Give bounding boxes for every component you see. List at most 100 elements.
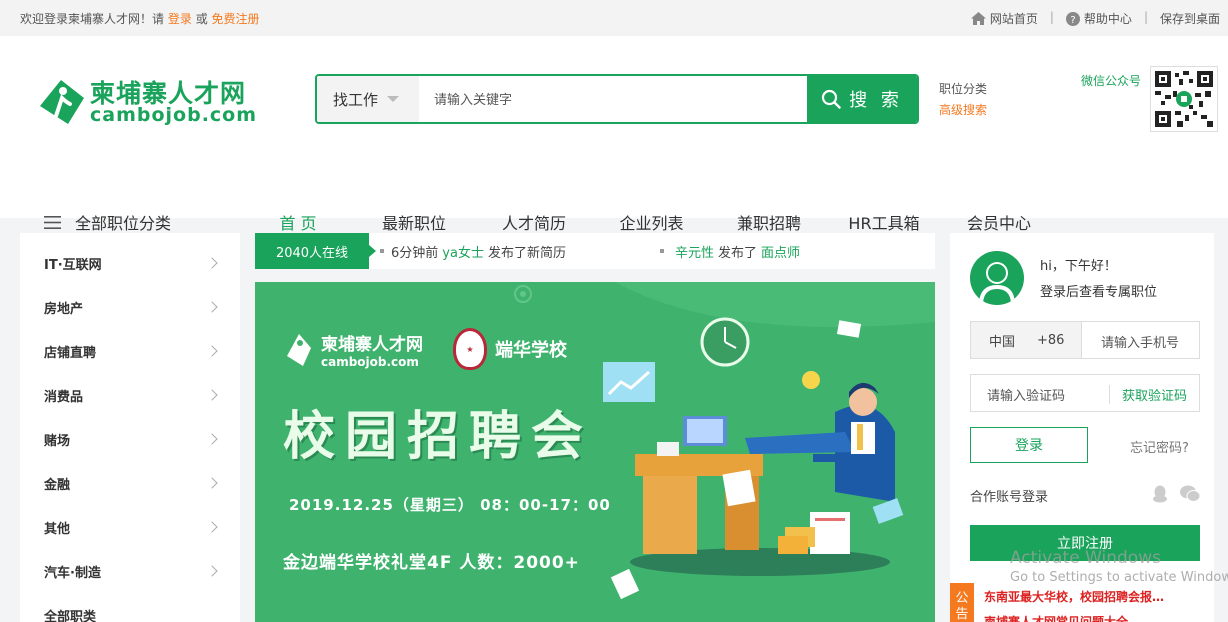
user-avatar-icon bbox=[979, 262, 1015, 303]
banner-school: ★ 端华学校 bbox=[453, 328, 567, 370]
all-categories-label: 全部职位分类 bbox=[75, 214, 172, 233]
register-link[interactable]: 免费注册 bbox=[212, 12, 260, 26]
forgot-password-link[interactable]: 忘记密码? bbox=[1130, 437, 1189, 456]
or-text: 或 bbox=[195, 12, 208, 26]
category-real-estate[interactable]: 房地产 bbox=[20, 285, 240, 329]
category-label: 汽车·制造 bbox=[44, 565, 101, 581]
wechat-label: 微信公众号 bbox=[1081, 74, 1142, 88]
school-emblem-icon: ★ bbox=[453, 328, 487, 370]
svg-text:?: ? bbox=[1070, 15, 1075, 26]
search-button[interactable]: 搜 索 bbox=[807, 76, 917, 122]
category-label: 店铺直聘 bbox=[44, 345, 97, 361]
header: 柬埔寨人才网 cambojob.com 找工作 搜 索 职位分类 高级搜索 微信… bbox=[0, 36, 1228, 254]
chevron-right-icon bbox=[206, 521, 218, 533]
help-label: 帮助中心 bbox=[1083, 12, 1132, 26]
category-sidebar: IT·互联网 房地产 店铺直聘 消费品 赌场 金融 其他 汽车·制造 全部职类 bbox=[20, 233, 240, 622]
school-name: 端华学校 bbox=[495, 340, 567, 361]
logo-mark-icon bbox=[40, 80, 84, 124]
job-categories-link[interactable]: 职位分类 bbox=[939, 79, 987, 100]
help-icon: ? bbox=[1065, 11, 1080, 26]
country-name: 中国 bbox=[989, 334, 1016, 350]
save-desktop-link[interactable]: 保存到桌面 bbox=[1160, 10, 1220, 27]
phone-field: 中国 +86 请输入手机号 bbox=[970, 321, 1200, 359]
bullet-icon bbox=[660, 249, 664, 253]
campus-recruitment-banner[interactable]: 柬埔寨人才网 cambojob.com ★ 端华学校 校园招聘会 2019.12… bbox=[255, 282, 935, 622]
site-logo[interactable]: 柬埔寨人才网 cambojob.com bbox=[36, 74, 256, 130]
qq-icon[interactable] bbox=[1152, 485, 1168, 503]
menu-icon bbox=[44, 215, 61, 229]
ticker-message: 辛元性 发布了 面点师 bbox=[660, 233, 804, 269]
activate-windows-watermark: Activate Windows bbox=[1010, 548, 1161, 568]
advanced-search-link[interactable]: 高级搜索 bbox=[939, 100, 987, 121]
announcement-item[interactable]: 柬埔寨人才网常见问题大全 bbox=[984, 613, 1128, 622]
chevron-right-icon bbox=[206, 389, 218, 401]
country-code-select[interactable]: 中国 +86 bbox=[971, 322, 1082, 358]
greeting-subtitle: 登录后查看专属职位 bbox=[1040, 285, 1158, 300]
category-consumer[interactable]: 消费品 bbox=[20, 373, 240, 417]
banner-date: 2019.12.25（星期三） 08：00-17：00 bbox=[289, 496, 611, 514]
banner-title: 校园招聘会 bbox=[283, 407, 594, 467]
online-count-badge: 2040人在线 bbox=[255, 233, 376, 269]
category-it[interactable]: IT·互联网 bbox=[20, 241, 240, 285]
category-all[interactable]: 全部职类 bbox=[20, 593, 240, 622]
category-finance[interactable]: 金融 bbox=[20, 461, 240, 505]
dropdown-arrow-icon bbox=[387, 96, 400, 102]
welcome-text: 欢迎登录柬埔寨人才网！请 登录 或 免费注册 bbox=[20, 10, 260, 27]
category-label: 房地产 bbox=[44, 301, 84, 317]
coop-login-label: 合作账号登录 bbox=[970, 490, 1049, 505]
category-auto[interactable]: 汽车·制造 bbox=[20, 549, 240, 593]
login-link[interactable]: 登录 bbox=[168, 12, 192, 26]
banner-brand: 柬埔寨人才网 cambojob.com bbox=[285, 330, 423, 369]
search-input[interactable] bbox=[419, 76, 809, 122]
top-bar: 欢迎登录柬埔寨人才网！请 登录 或 免费注册 网站首页 | ? 帮助中心 | 保… bbox=[0, 0, 1228, 36]
announcement-item[interactable]: 东南亚最大华校，校园招聘会报… bbox=[984, 588, 1164, 605]
phone-input[interactable]: 请输入手机号 bbox=[1101, 332, 1179, 351]
logo-mark-icon bbox=[287, 333, 311, 366]
ticker-action: 发布了新简历 bbox=[487, 245, 566, 261]
chevron-right-icon bbox=[206, 433, 218, 445]
welcome-prefix: 欢迎登录柬埔寨人才网！请 bbox=[20, 12, 165, 26]
search-icon bbox=[822, 89, 841, 109]
help-link[interactable]: ? 帮助中心 bbox=[1065, 10, 1132, 27]
ticker-time: 6分钟前 bbox=[391, 245, 439, 261]
banner-venue: 金边端华学校礼堂4F 人数：2000+ bbox=[283, 553, 580, 573]
code-field: 请输入验证码 获取验证码 bbox=[970, 374, 1200, 412]
category-label: 赌场 bbox=[44, 433, 71, 449]
banner-brand-cn: 柬埔寨人才网 bbox=[321, 335, 423, 355]
home-link[interactable]: 网站首页 bbox=[970, 10, 1038, 27]
category-label: 金融 bbox=[44, 477, 71, 493]
ticker-user-link[interactable]: 辛元性 bbox=[675, 242, 714, 261]
category-label: IT·互联网 bbox=[44, 257, 102, 273]
verification-code-input[interactable]: 请输入验证码 bbox=[987, 385, 1065, 404]
chevron-right-icon bbox=[206, 345, 218, 357]
home-icon bbox=[970, 12, 986, 25]
avatar bbox=[970, 251, 1024, 305]
announcement-tag: 公告 bbox=[950, 583, 974, 622]
ticker-job-link[interactable]: 面点师 bbox=[761, 242, 800, 261]
login-button[interactable]: 登录 bbox=[970, 427, 1088, 463]
chevron-right-icon bbox=[206, 477, 218, 489]
ticker-user-link[interactable]: ya女士 bbox=[442, 242, 484, 261]
search-category-select[interactable]: 找工作 bbox=[317, 76, 419, 122]
announcement-box: 公告 东南亚最大华校，校园招聘会报… 柬埔寨人才网常见问题大全 bbox=[950, 583, 1214, 622]
search-button-label: 搜 索 bbox=[849, 90, 903, 111]
wechat-qr-code bbox=[1150, 66, 1218, 132]
chevron-right-icon bbox=[206, 301, 218, 313]
category-label: 其他 bbox=[44, 521, 71, 537]
qr-code-icon bbox=[1155, 71, 1213, 127]
category-store[interactable]: 店铺直聘 bbox=[20, 329, 240, 373]
chevron-right-icon bbox=[206, 257, 218, 269]
chevron-right-icon bbox=[206, 565, 218, 577]
get-code-button[interactable]: 获取验证码 bbox=[1108, 385, 1187, 404]
category-casino[interactable]: 赌场 bbox=[20, 417, 240, 461]
ticker-action: 发布了 bbox=[718, 245, 758, 261]
logo-text-en: cambojob.com bbox=[90, 104, 258, 126]
category-other[interactable]: 其他 bbox=[20, 505, 240, 549]
bullet-icon bbox=[380, 249, 384, 253]
wechat-icon[interactable] bbox=[1180, 485, 1200, 502]
category-label: 消费品 bbox=[44, 389, 84, 405]
greeting-text: hi，下午好！ bbox=[1040, 259, 1117, 274]
activity-ticker: 2040人在线 6分钟前 ya女士 发布了新简历 辛元性 发布了 面点师 bbox=[255, 233, 935, 269]
search-category-label: 找工作 bbox=[333, 90, 379, 109]
ticker-message: 6分钟前 ya女士 发布了新简历 bbox=[380, 233, 566, 269]
